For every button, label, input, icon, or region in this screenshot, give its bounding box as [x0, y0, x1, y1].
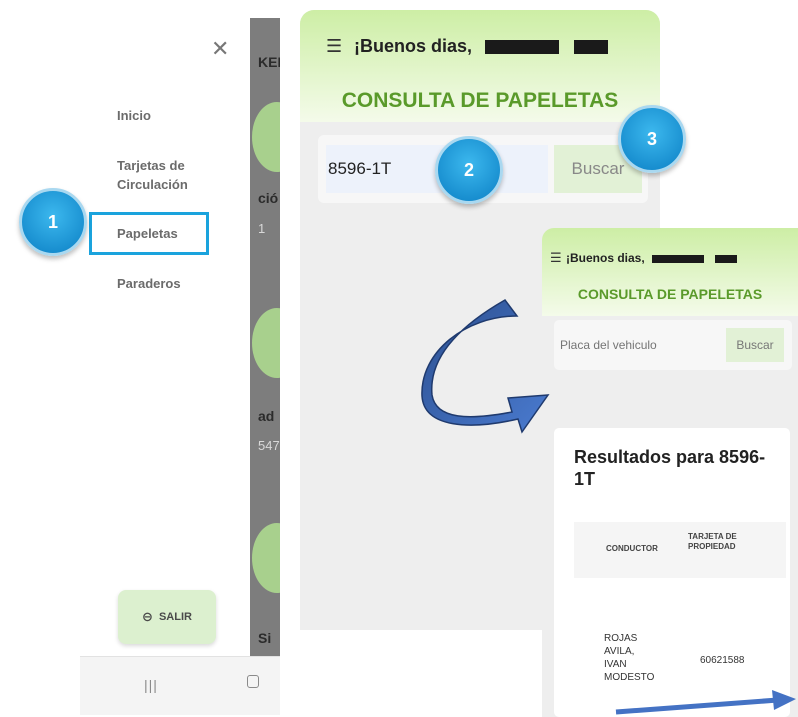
table-cell-conductor: ROJAS AVILA, IVAN MODESTO	[604, 633, 655, 683]
menu-item-paraderos[interactable]: Paraderos	[117, 274, 181, 293]
hamburger-menu-icon[interactable]: ☰	[326, 36, 342, 57]
papeletas-highlight-box	[89, 212, 209, 255]
background-text: KEI	[258, 54, 280, 70]
page-title: CONSULTA DE PAPELETAS	[577, 286, 763, 302]
logout-icon: ⊖	[142, 609, 153, 624]
app-header: ☰ ¡Buenos dias, CONSULTA DE PAPELETAS	[300, 10, 660, 122]
column-header-tarjeta: TARJETA DE PROPIEDAD	[688, 532, 737, 551]
page-title: CONSULTA DE PAPELETAS	[341, 89, 619, 112]
greeting: ¡Buenos dias,	[354, 36, 609, 57]
app-header: ☰ ¡Buenos dias, CONSULTA DE PAPELETAS	[542, 228, 798, 316]
table-cell-tarjeta: 60621588	[700, 655, 745, 666]
logout-button[interactable]: ⊖ SALIR	[118, 590, 216, 644]
background-text: Si	[258, 630, 272, 646]
background-text: 547	[258, 438, 280, 453]
redacted-name	[574, 40, 609, 55]
redacted-name	[715, 254, 738, 263]
search-card: Buscar	[554, 320, 792, 370]
search-button[interactable]: Buscar	[726, 328, 784, 362]
background-icon-circle	[252, 308, 280, 378]
results-screen: ☰ ¡Buenos dias, CONSULTA DE PAPELETAS Bu…	[542, 228, 798, 717]
background-text: ad	[258, 408, 275, 424]
step-badge-1: 1	[19, 188, 87, 256]
navigation-drawer: ✕ Inicio Tarjetas de Circulación Papelet…	[80, 18, 250, 656]
hamburger-menu-icon[interactable]: ☰	[550, 250, 562, 266]
results-title: Resultados para 8596-1T	[574, 447, 766, 489]
greeting: ¡Buenos dias,	[566, 251, 738, 265]
column-header-conductor: CONDUCTOR	[606, 544, 658, 553]
close-icon[interactable]: ✕	[211, 38, 229, 60]
logout-label: SALIR	[158, 611, 192, 623]
table-header: CONDUCTOR TARJETA DE PROPIEDAD	[574, 522, 786, 578]
step-badge-3: 3	[618, 105, 686, 173]
greeting-text: ¡Buenos dias,	[566, 251, 645, 265]
background-icon-circle	[252, 102, 280, 172]
background-app-content: KEI ció 1 ad 547 Si	[250, 18, 280, 715]
background-icon-circle	[252, 523, 280, 593]
home-icon[interactable]	[247, 675, 259, 688]
redacted-name	[652, 254, 705, 263]
side-menu-screen: KEI ció 1 ad 547 Si ✕ Inicio Tarjetas de…	[80, 18, 280, 715]
plate-input[interactable]	[560, 328, 726, 362]
background-text: 1	[258, 221, 266, 236]
system-navigation-bar: |||	[80, 656, 280, 715]
menu-item-tarjetas-de-circulacion[interactable]: Tarjetas de Circulación	[117, 156, 227, 194]
recent-apps-icon[interactable]: |||	[144, 677, 158, 693]
redacted-name	[485, 40, 560, 55]
background-text: ció	[258, 190, 279, 206]
menu-item-inicio[interactable]: Inicio	[117, 106, 151, 125]
results-card: Resultados para 8596-1T CONDUCTOR TARJET…	[554, 428, 790, 717]
greeting-text: ¡Buenos dias,	[354, 36, 473, 56]
step-badge-2: 2	[435, 136, 503, 204]
